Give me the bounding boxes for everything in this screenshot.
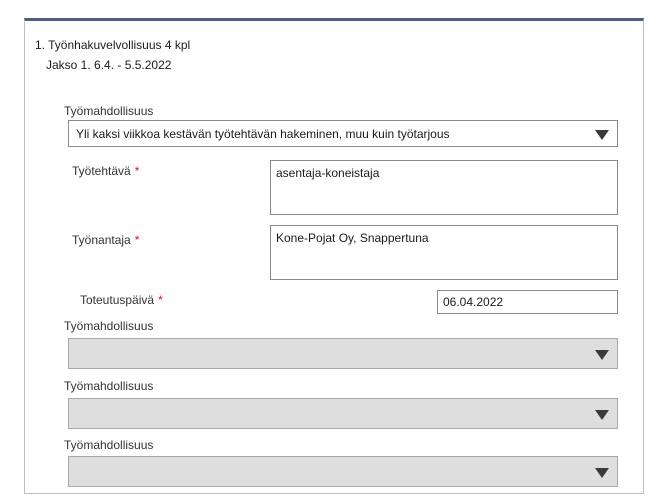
task-label-text: Työtehtävä (72, 164, 131, 178)
date-field[interactable]: 06.04.2022 (437, 290, 618, 314)
opportunity-label: Työmahdollisuus (64, 319, 154, 333)
employer-field[interactable]: Kone-Pojat Oy, Snappertuna (270, 225, 618, 280)
chevron-down-icon (595, 130, 609, 140)
chevron-down-icon (595, 468, 609, 478)
section-title: 1. Työnhakuvelvollisuus 4 kpl (35, 38, 191, 52)
opportunity-select[interactable]: Yli kaksi viikkoa kestävän työtehtävän h… (68, 120, 618, 147)
opportunity-select-2[interactable] (68, 338, 618, 369)
opportunity-select-value: Yli kaksi viikkoa kestävän työtehtävän h… (76, 127, 450, 141)
employer-label: Työnantaja * (72, 233, 139, 247)
chevron-down-icon (595, 350, 609, 360)
period-text: Jakso 1. 6.4. - 5.5.2022 (46, 58, 172, 72)
required-asterisk: * (134, 233, 140, 247)
required-asterisk: * (134, 164, 140, 178)
opportunity-label: Työmahdollisuus (64, 104, 154, 118)
opportunity-label: Työmahdollisuus (64, 438, 154, 452)
date-label: Toteutuspäivä * (80, 293, 163, 307)
opportunity-select-3[interactable] (68, 398, 618, 429)
job-search-obligation-panel: 1. Työnhakuvelvollisuus 4 kpl Jakso 1. 6… (24, 18, 644, 494)
task-label: Työtehtävä * (72, 164, 139, 178)
required-asterisk: * (158, 293, 163, 307)
opportunity-select-4[interactable] (68, 456, 618, 487)
chevron-down-icon (595, 410, 609, 420)
date-label-text: Toteutuspäivä (80, 293, 155, 307)
opportunity-label: Työmahdollisuus (64, 379, 154, 393)
task-field[interactable]: asentaja-koneistaja (270, 160, 618, 215)
employer-label-text: Työnantaja (72, 233, 131, 247)
